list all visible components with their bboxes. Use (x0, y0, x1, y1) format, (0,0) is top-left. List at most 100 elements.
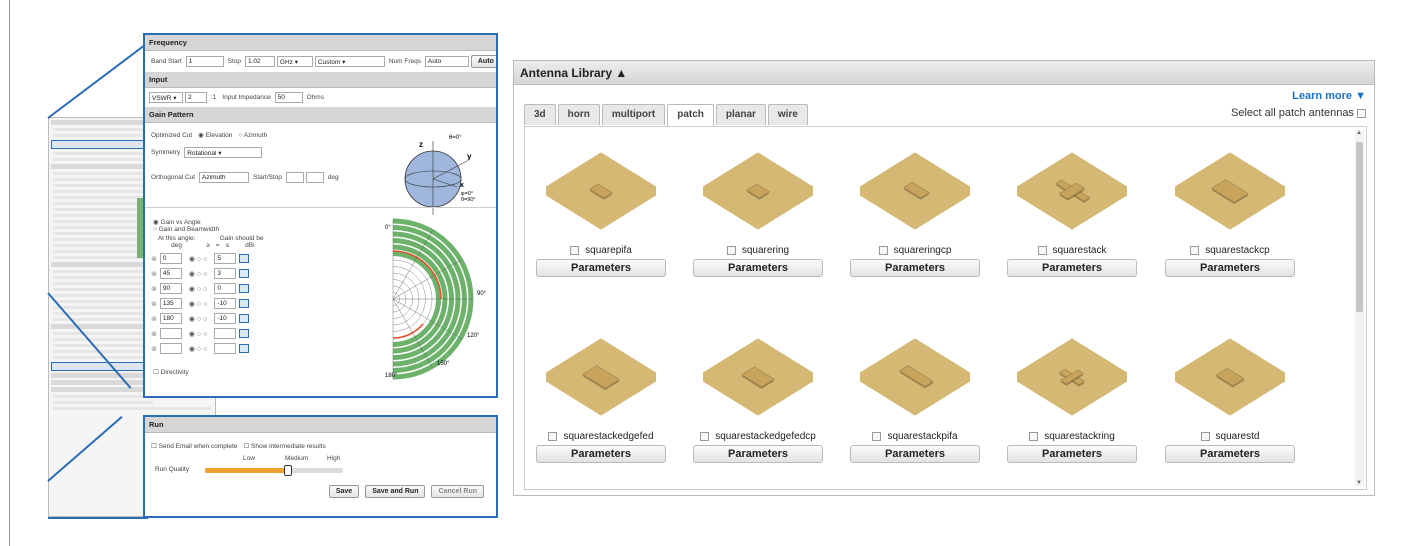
antenna-name[interactable]: squarestackcp (1164, 245, 1296, 256)
operator-radios[interactable]: ◉ ○ ○ (189, 270, 207, 278)
remove-row-icon[interactable]: ⊗ (151, 330, 157, 338)
edit-row-icon[interactable] (239, 299, 250, 309)
antenna-thumbnail[interactable] (1017, 139, 1127, 239)
gain-beamwidth-radio[interactable]: ○ Gain and Beamwidth (153, 226, 219, 233)
parameters-button[interactable]: Parameters (1165, 259, 1295, 277)
scroll-up-arrow[interactable]: ▲ (1356, 130, 1362, 136)
antenna-checkbox[interactable] (1029, 431, 1039, 441)
edit-row-icon[interactable] (239, 269, 250, 279)
quality-slider[interactable] (205, 465, 343, 476)
parameters-button[interactable]: Parameters (1007, 445, 1137, 463)
antenna-name[interactable]: squarestackedgefed (535, 431, 667, 442)
show-intermediate-checkbox[interactable]: ☐ Show intermediate results (243, 442, 325, 450)
antenna-thumbnail[interactable] (1175, 139, 1285, 239)
edit-row-icon[interactable] (239, 254, 250, 264)
antenna-checkbox[interactable] (872, 431, 882, 441)
stop-angle-field[interactable] (305, 172, 324, 183)
antenna-thumbnail[interactable] (860, 325, 970, 425)
gain-field[interactable]: 3 (214, 268, 237, 280)
remove-row-icon[interactable]: ⊗ (151, 255, 157, 263)
antenna-name[interactable]: squarestd (1164, 431, 1296, 442)
parameters-button[interactable]: Parameters (536, 445, 666, 463)
operator-radios[interactable]: ◉ ○ ○ (189, 255, 207, 263)
remove-row-icon[interactable]: ⊗ (151, 285, 157, 293)
angle-field[interactable]: 90 (159, 283, 182, 295)
antenna-checkbox[interactable] (878, 245, 888, 255)
symmetry-select[interactable]: Rotational ▾ (184, 147, 263, 158)
band-start-field[interactable]: 1 (185, 55, 224, 67)
angle-field[interactable] (159, 328, 182, 340)
antenna-checkbox[interactable] (1200, 431, 1210, 441)
parameters-button[interactable]: Parameters (1007, 259, 1137, 277)
preset-select[interactable]: Custom ▾ (314, 55, 385, 67)
remove-row-icon[interactable]: ⊗ (151, 315, 157, 323)
input-type-select[interactable]: VSWR ▾ (149, 92, 183, 103)
scroll-down-arrow[interactable]: ▼ (1356, 480, 1362, 486)
parameters-button[interactable]: Parameters (850, 445, 980, 463)
elevation-radio[interactable]: ◉ Elevation (198, 131, 232, 139)
angle-field[interactable]: 180 (159, 313, 182, 325)
remove-row-icon[interactable]: ⊗ (151, 345, 157, 353)
start-field[interactable] (285, 172, 304, 183)
save-and-run-button[interactable]: Save and Run (365, 485, 426, 498)
operator-radios[interactable]: ◉ ○ ○ (189, 330, 207, 338)
scrollbar[interactable]: ▲ ▼ (1355, 130, 1364, 486)
gain-field[interactable]: 0 (214, 283, 237, 295)
tab-planar[interactable]: planar (715, 104, 766, 125)
parameters-button[interactable]: Parameters (693, 445, 823, 463)
tab-3d[interactable]: 3d (524, 104, 556, 125)
tab-multiport[interactable]: multiport (601, 104, 666, 125)
antenna-thumbnail[interactable] (703, 139, 813, 239)
antenna-name[interactable]: squarepifa (535, 245, 667, 256)
antenna-checkbox[interactable] (1190, 245, 1200, 255)
angle-field[interactable] (159, 343, 182, 355)
gain-vs-angle-radio[interactable]: ◉ Gain vs Angle (153, 218, 201, 226)
cancel-run-button[interactable]: Cancel Run (431, 485, 484, 498)
remove-row-icon[interactable]: ⊗ (151, 300, 157, 308)
antenna-checkbox[interactable] (570, 245, 580, 255)
operator-radios[interactable]: ◉ ○ ○ (189, 315, 207, 323)
vswr-field[interactable]: 2 (184, 92, 207, 103)
remove-row-icon[interactable]: ⊗ (151, 270, 157, 278)
antenna-thumbnail[interactable] (1175, 325, 1285, 425)
gain-field[interactable] (214, 328, 237, 340)
azimuth-radio[interactable]: ○ Azimuth (238, 132, 267, 139)
slider-handle[interactable] (283, 465, 292, 476)
impedance-field[interactable]: 50 (274, 92, 303, 103)
tab-wire[interactable]: wire (767, 104, 808, 125)
orthogonal-cut-field[interactable]: Azimuth (199, 172, 250, 183)
operator-radios[interactable]: ◉ ○ ○ (189, 345, 207, 353)
scrollbar-thumb[interactable] (1356, 142, 1363, 312)
antenna-thumbnail[interactable] (703, 325, 813, 425)
parameters-button[interactable]: Parameters (850, 259, 980, 277)
antenna-checkbox[interactable] (548, 431, 558, 441)
send-email-checkbox[interactable]: ☐ Send Email when complete (151, 442, 237, 450)
directivity-checkbox[interactable]: ☐ Directivity (153, 368, 189, 376)
antenna-thumbnail[interactable] (860, 139, 970, 239)
gain-field[interactable]: 5 (214, 253, 237, 265)
angle-field[interactable]: 45 (159, 268, 182, 280)
antenna-name[interactable]: squareringcp (849, 245, 981, 256)
num-freqs-field[interactable]: Auto (424, 55, 469, 67)
antenna-thumbnail[interactable] (1017, 325, 1127, 425)
operator-radios[interactable]: ◉ ○ ○ (189, 300, 207, 308)
edit-row-icon[interactable] (239, 344, 250, 354)
auto-button[interactable]: Auto (470, 55, 496, 68)
antenna-name[interactable]: squarering (692, 245, 824, 256)
unit-select[interactable]: GHz ▾ (276, 55, 313, 67)
antenna-name[interactable]: squarestack (1006, 245, 1138, 256)
select-all-checkbox[interactable] (1357, 108, 1366, 118)
angle-field[interactable]: 135 (159, 298, 182, 310)
parameters-button[interactable]: Parameters (536, 259, 666, 277)
antenna-name[interactable]: squarestackring (1006, 431, 1138, 442)
antenna-name[interactable]: squarestackpifa (849, 431, 981, 442)
gain-field[interactable]: -10 (214, 313, 237, 325)
edit-row-icon[interactable] (239, 314, 250, 324)
parameters-button[interactable]: Parameters (693, 259, 823, 277)
learn-more-link[interactable]: Learn more ▼ (1292, 90, 1366, 102)
antenna-thumbnail[interactable] (546, 325, 656, 425)
stop-field[interactable]: 1.02 (244, 55, 275, 67)
edit-row-icon[interactable] (239, 284, 250, 294)
select-all-patch[interactable]: Select all patch antennas (1231, 107, 1366, 119)
save-button[interactable]: Save (328, 485, 360, 498)
